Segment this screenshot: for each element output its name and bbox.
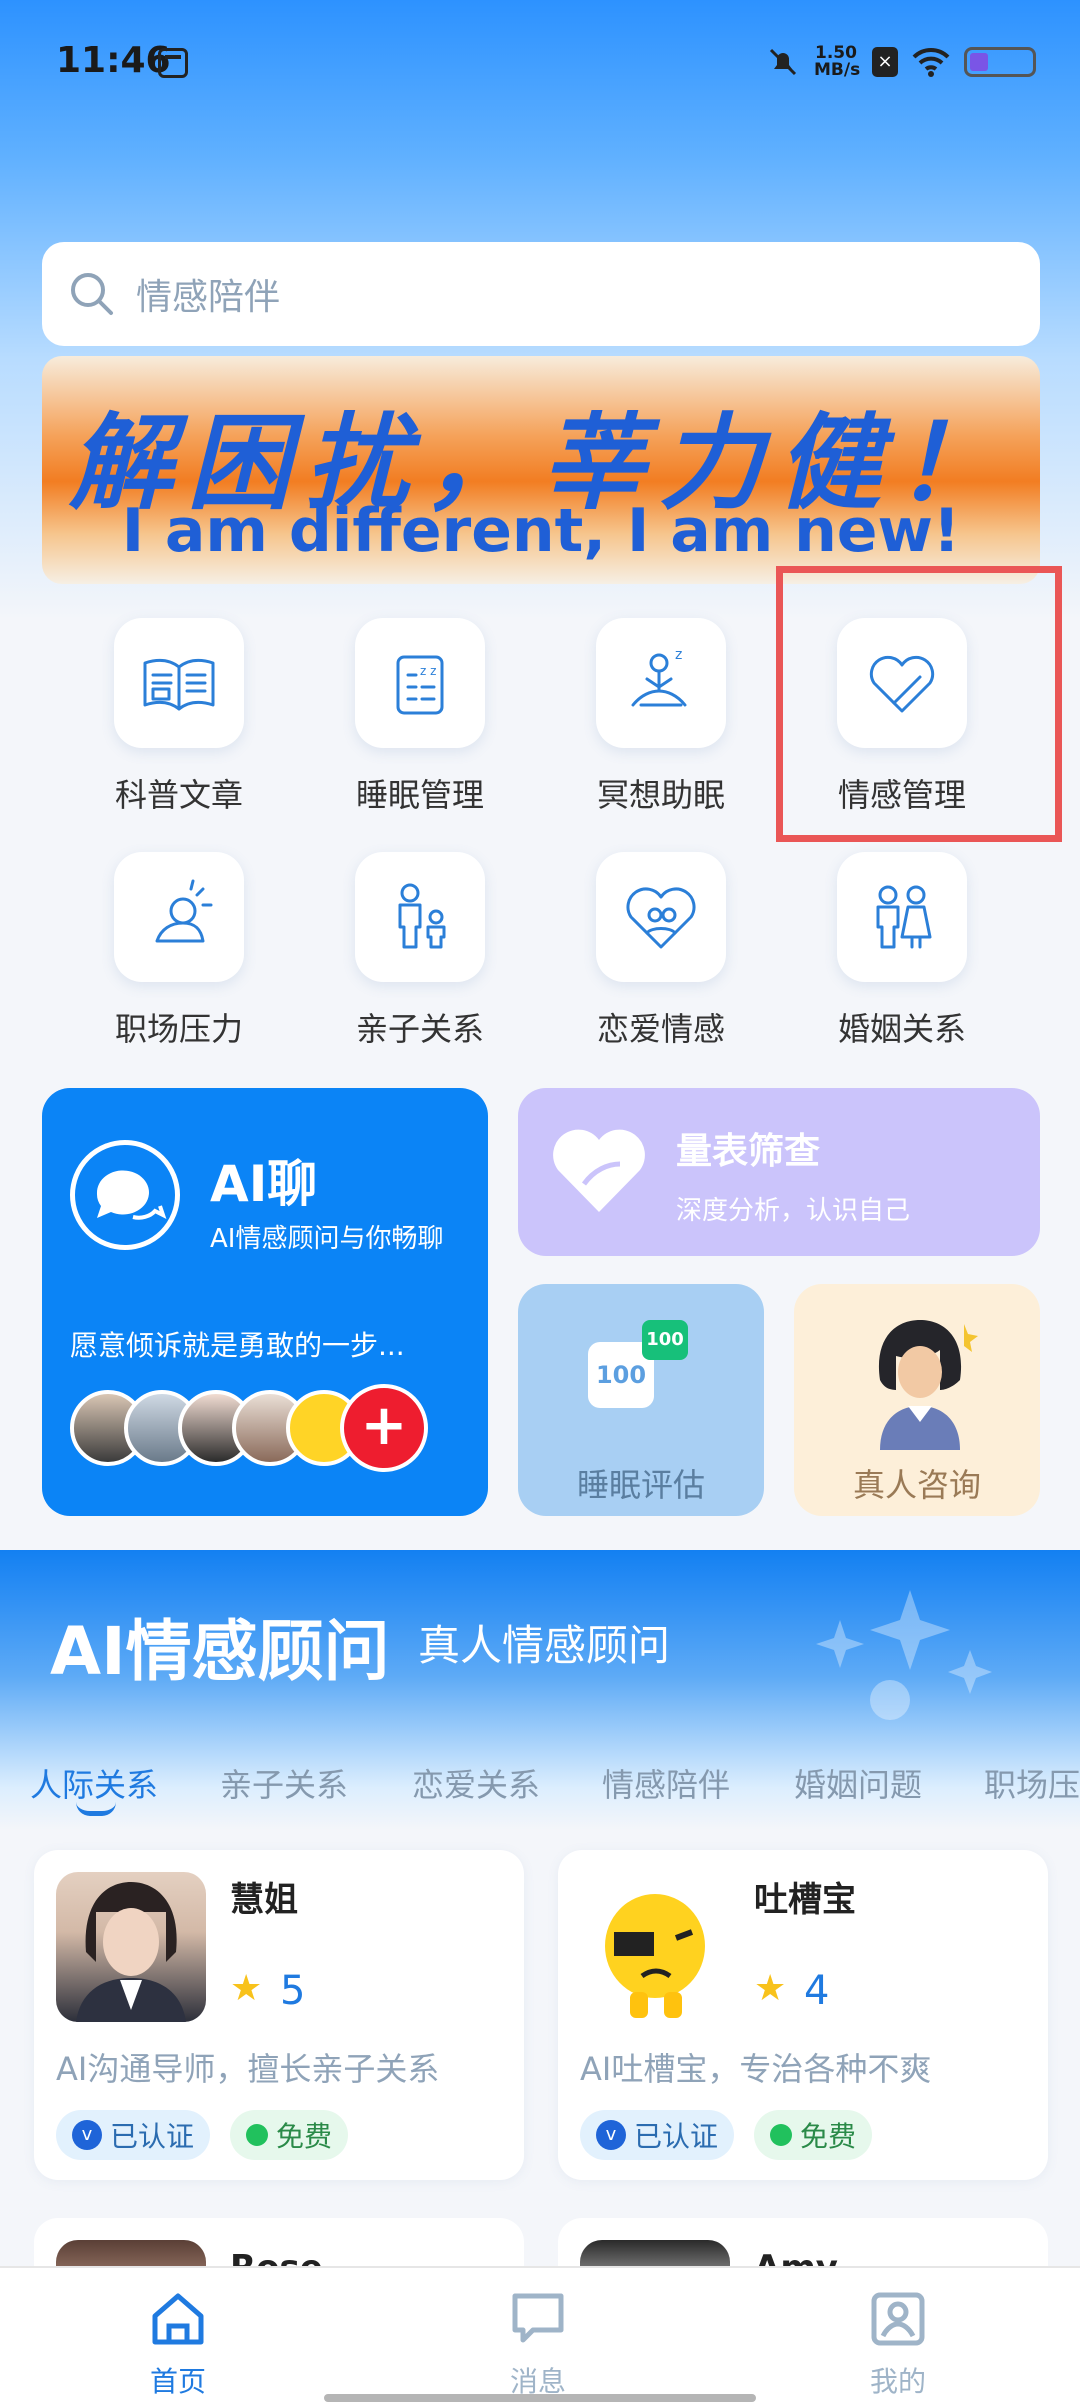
category-love[interactable]: 恋爱情感	[561, 852, 761, 1050]
advisor-card[interactable]: 吐槽宝 ★ 4 AI吐槽宝，专治各种不爽 v 已认证 免费	[558, 1850, 1048, 2180]
category-label: 亲子关系	[355, 1010, 484, 1048]
notification-icon	[158, 48, 188, 78]
ai-chat-subtitle: AI情感顾问与你畅聊	[210, 1224, 444, 1254]
add-avatar-button[interactable]: +	[340, 1384, 428, 1472]
heart-leaf-icon	[553, 1129, 645, 1212]
green-dot-icon	[770, 2124, 792, 2146]
svg-text:z z: z z	[420, 664, 436, 678]
verified-icon: v	[72, 2120, 102, 2150]
scale-title: 量表筛查	[676, 1131, 821, 1172]
nav-messages[interactable]: 消息	[438, 2290, 638, 2400]
verified-badge: v 已认证	[580, 2110, 735, 2160]
banner-subtitle: I am different, I am new!	[121, 496, 961, 566]
network-speed: 1.50 MB/s	[814, 43, 861, 80]
advisor-description: AI沟通导师，擅长亲子关系	[56, 2050, 440, 2088]
love-heart-icon	[596, 852, 726, 982]
meditation-icon: z	[596, 618, 726, 748]
wifi-icon	[912, 47, 950, 77]
search-icon	[71, 273, 113, 315]
ai-chat-title: AI聊	[210, 1155, 318, 1213]
sleep-evaluation-card[interactable]: 100 100 睡眠评估	[518, 1284, 764, 1516]
advisor-rating: 5	[280, 1968, 306, 2014]
tab-parent-child[interactable]: 亲子关系	[220, 1760, 348, 1806]
scale-screening-card[interactable]: 量表筛查 深度分析，认识自己	[518, 1088, 1040, 1256]
category-label: 冥想助眠	[596, 776, 725, 814]
home-icon	[152, 2293, 204, 2345]
chat-bubble-icon	[70, 1140, 180, 1250]
category-label: 婚姻关系	[837, 1010, 966, 1048]
category-marriage[interactable]: 婚姻关系	[802, 852, 1002, 1050]
home-indicator	[324, 2394, 756, 2402]
parent-child-icon	[355, 852, 485, 982]
category-sleep-management[interactable]: z z 睡眠管理	[320, 618, 520, 816]
category-science-articles[interactable]: 科普文章	[79, 618, 279, 816]
verified-icon: v	[596, 2120, 626, 2150]
tab-ai-advisor[interactable]: AI情感顾问	[50, 1598, 390, 1694]
verified-badge: v 已认证	[56, 2110, 211, 2160]
search-placeholder: 情感陪伴	[136, 277, 281, 318]
tab-human-advisor[interactable]: 真人情感顾问	[418, 1612, 670, 1673]
advisor-name: 吐槽宝	[754, 1880, 856, 1920]
tab-marriage[interactable]: 婚姻问题	[794, 1760, 922, 1806]
free-badge: 免费	[754, 2110, 873, 2160]
status-time: 11:46	[56, 40, 171, 81]
promo-banner[interactable]: 解困扰，莘力健！ I am different, I am new!	[42, 356, 1040, 584]
advisor-name: 慧姐	[230, 1880, 298, 1920]
free-badge: 免费	[230, 2110, 349, 2160]
tab-companionship[interactable]: 情感陪伴	[602, 1760, 730, 1806]
nav-label: 首页	[149, 2365, 206, 2398]
mute-icon	[769, 48, 797, 76]
nav-mine[interactable]: 我的	[798, 2290, 998, 2400]
advisor-card[interactable]: 慧姐 ★ 5 AI沟通导师，擅长亲子关系 v 已认证 免费	[34, 1850, 524, 2180]
bottom-navigation: 首页 消息 我的	[0, 2266, 1080, 2408]
highlight-box	[776, 566, 1062, 842]
sim-icon: ×	[872, 47, 898, 77]
tab-workplace[interactable]: 职场压	[984, 1760, 1080, 1806]
advisor-rating: 4	[804, 1968, 830, 2014]
stress-icon	[114, 852, 244, 982]
profile-icon	[871, 2292, 925, 2346]
book-icon	[114, 618, 244, 748]
category-label: 睡眠管理	[355, 776, 484, 814]
ai-chat-description: 愿意倾诉就是勇敢的一步...	[70, 1329, 405, 1362]
message-icon	[512, 2293, 564, 2343]
category-meditation[interactable]: z 冥想助眠	[561, 618, 761, 816]
scale-subtitle: 深度分析，认识自己	[676, 1196, 911, 1226]
green-dot-icon	[246, 2124, 268, 2146]
battery-icon	[964, 47, 1036, 77]
score-badge-icon: 100	[642, 1320, 688, 1360]
star-icon: ★	[230, 1968, 263, 2009]
category-label: 科普文章	[114, 776, 243, 814]
category-label: 恋爱情感	[596, 1010, 725, 1048]
sleep-record-icon: z z	[355, 618, 485, 748]
couple-icon	[837, 852, 967, 982]
category-workplace-stress[interactable]: 职场压力	[79, 852, 279, 1050]
advisor-description: AI吐槽宝，专治各种不爽	[580, 2050, 932, 2088]
star-icon: ★	[754, 1968, 787, 2009]
tab-love[interactable]: 恋爱关系	[412, 1760, 540, 1806]
advisor-photo	[580, 1872, 730, 2022]
sleep-evaluation-label: 睡眠评估	[576, 1466, 705, 1504]
ai-chat-card[interactable]: AI聊 AI情感顾问与你畅聊 愿意倾诉就是勇敢的一步... +	[42, 1088, 488, 1516]
category-label: 职场压力	[114, 1010, 243, 1048]
human-consultation-label: 真人咨询	[852, 1466, 981, 1504]
search-input[interactable]: 情感陪伴	[42, 242, 1040, 346]
human-consultation-card[interactable]: 真人咨询	[794, 1284, 1040, 1516]
status-icons: 1.50 MB/s ×	[766, 40, 1036, 84]
category-parent-child[interactable]: 亲子关系	[320, 852, 520, 1050]
counselor-icon	[878, 1320, 978, 1450]
sparkle-decoration-icon	[816, 1590, 992, 1720]
nav-label: 我的	[869, 2365, 926, 2398]
svg-text:z: z	[675, 647, 682, 663]
tab-interpersonal[interactable]: 人际关系	[30, 1760, 158, 1806]
nav-home[interactable]: 首页	[78, 2290, 278, 2400]
advisor-photo	[56, 1872, 206, 2022]
